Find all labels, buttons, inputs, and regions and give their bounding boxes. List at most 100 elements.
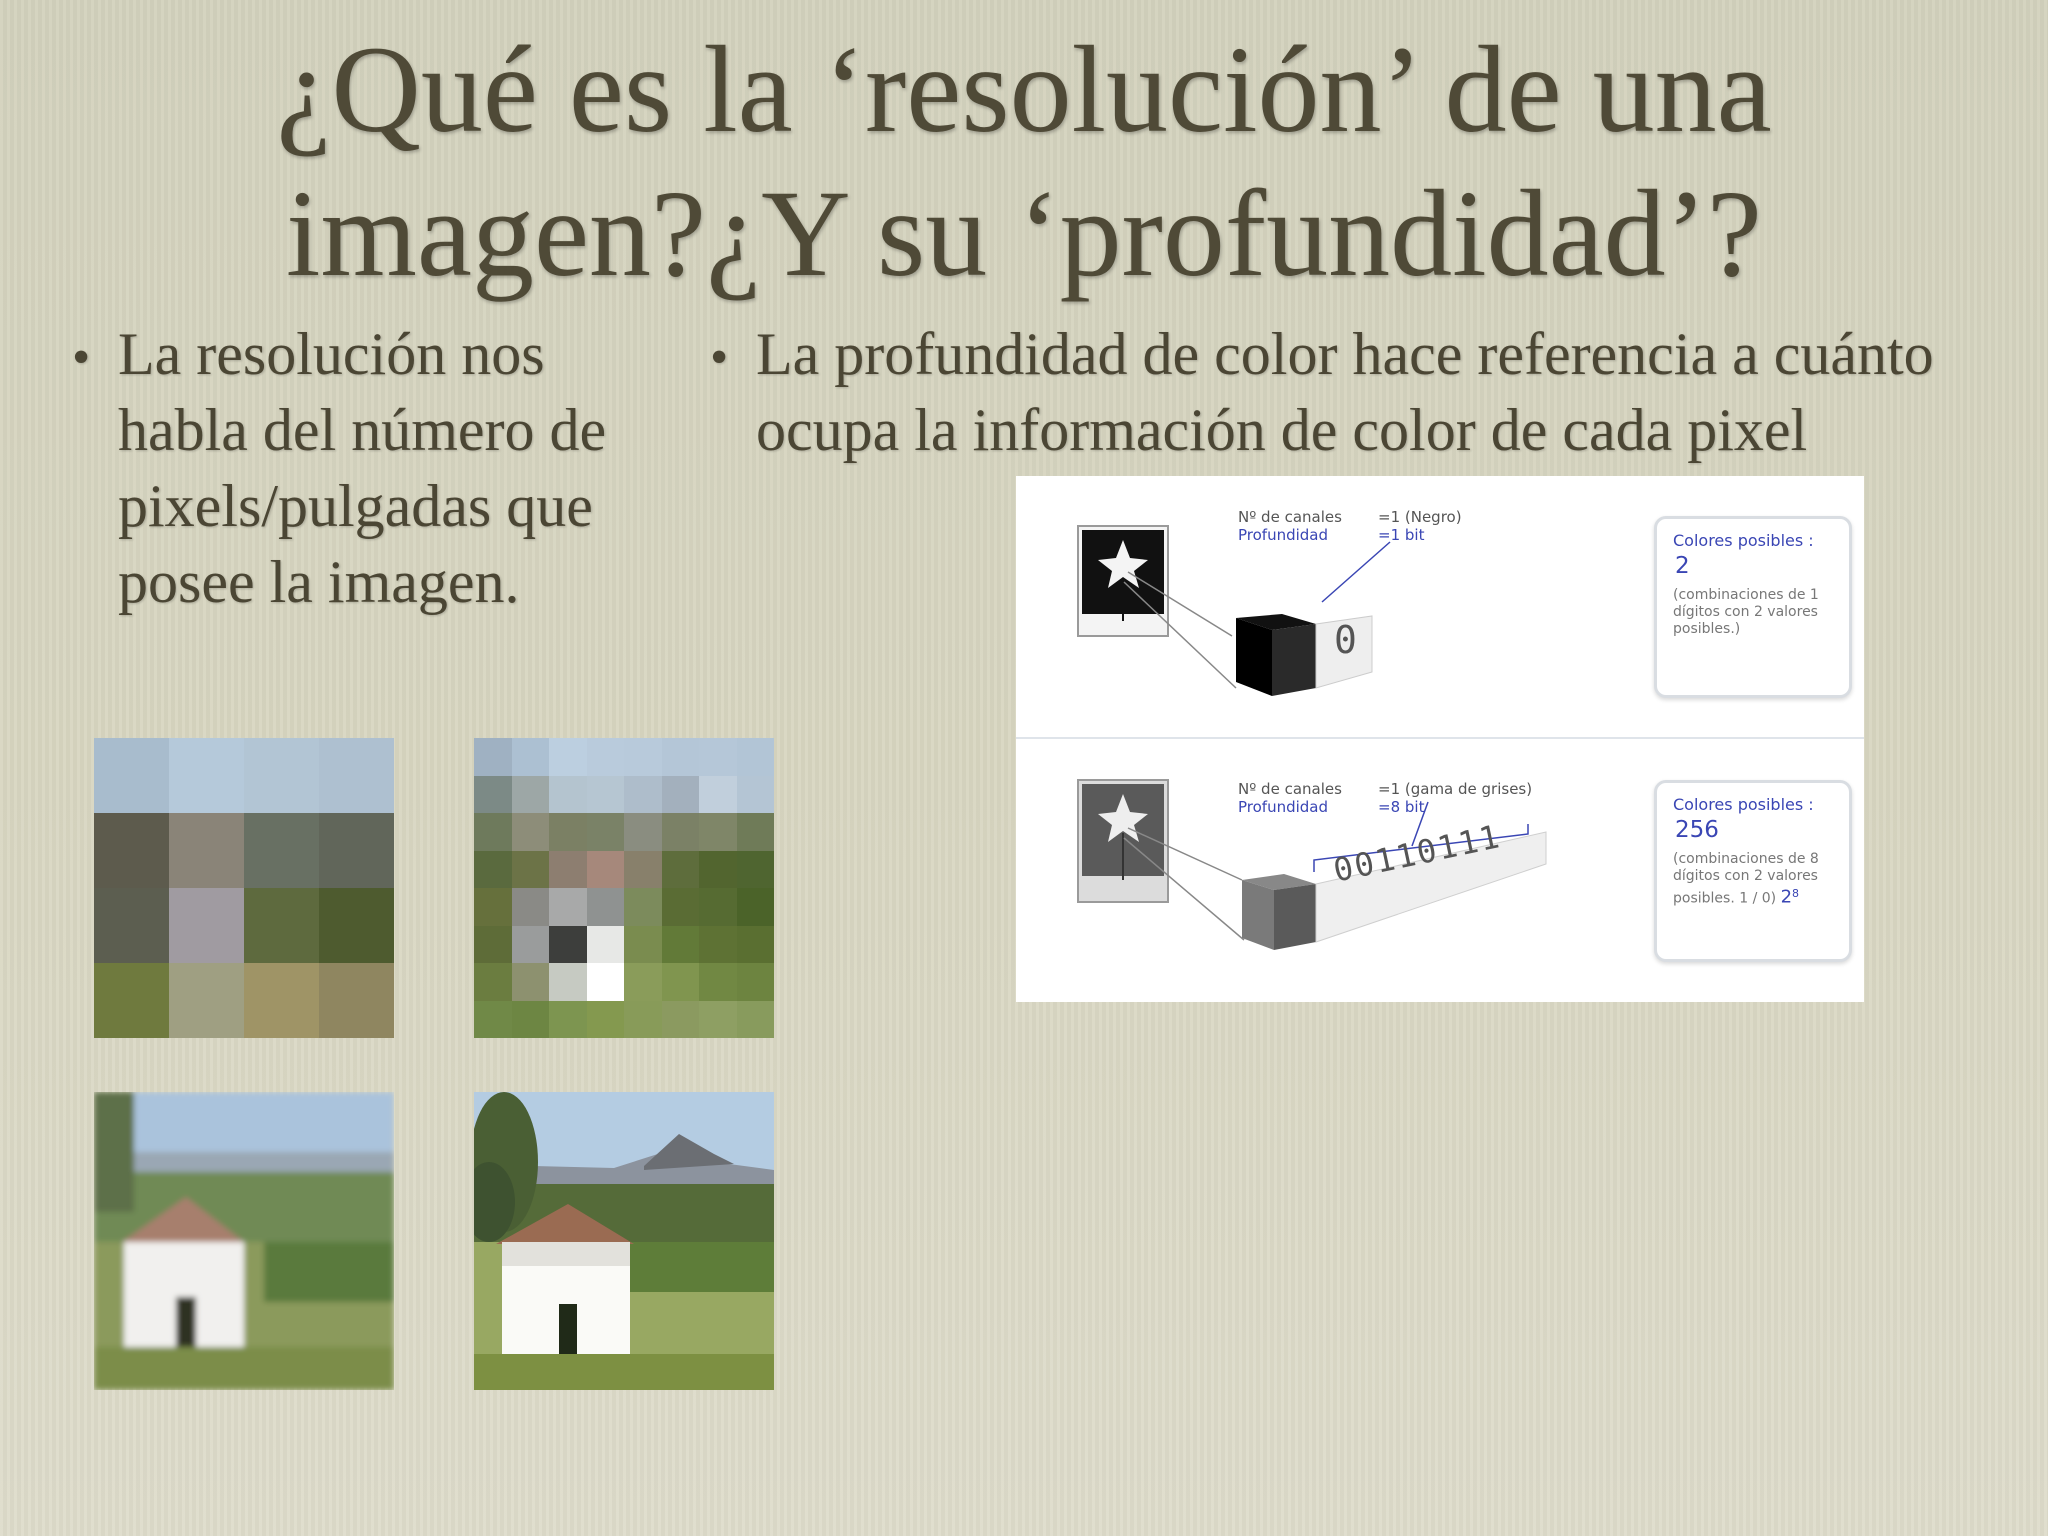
bullet-icon [62, 316, 118, 620]
pixel-block [661, 925, 699, 963]
pixel-block [624, 1000, 662, 1038]
pixel-block [661, 963, 699, 1001]
channels-label: Nº de canales [1238, 508, 1342, 526]
pixel-block [549, 775, 587, 813]
pixel-block [586, 738, 624, 776]
pixel-block [624, 963, 662, 1001]
pixel-block [511, 813, 549, 851]
pixel-block [474, 813, 512, 851]
pixel-block [624, 850, 662, 888]
pixel-block [586, 850, 624, 888]
pixel-block [549, 813, 587, 851]
pixel-block [549, 888, 587, 926]
left-column: La resolución nos habla del número de pi… [62, 316, 662, 620]
depth-label: Profundidad [1238, 526, 1329, 544]
slide-title: ¿Qué es la ‘resolución’ de una imagen?¿Y… [0, 18, 2048, 306]
pixel-block [319, 813, 394, 888]
pixel-block [244, 738, 319, 813]
pixel-block [169, 888, 244, 963]
pixel-block [661, 813, 699, 851]
pixel-block [474, 775, 512, 813]
pixel-block [549, 850, 587, 888]
pixel-block [736, 963, 774, 1001]
pixel-block [699, 738, 737, 776]
bullet-resolution: La resolución nos habla del número de pi… [62, 316, 662, 620]
power-base: 2 [1780, 886, 1793, 908]
pixel-block [169, 963, 244, 1038]
title-line-2: imagen?¿Y su ‘profundidad’? [286, 165, 1762, 302]
pixel-block [624, 813, 662, 851]
bit-string: 0 [1334, 618, 1357, 662]
title-line-1: ¿Qué es la ‘resolución’ de una [276, 21, 1772, 158]
pixel-block [549, 925, 587, 963]
pixel-block [736, 813, 774, 851]
pixel-block [699, 925, 737, 963]
pixel-block [474, 738, 512, 776]
possible-colors-box: Colores posibles : 2 (combinaciones de 1… [1654, 516, 1852, 698]
pixel-block [94, 738, 169, 813]
pixel-block [94, 888, 169, 963]
pixel-block [699, 963, 737, 1001]
pixel-block [699, 1000, 737, 1038]
pixel-block [661, 738, 699, 776]
pixel-block [661, 888, 699, 926]
photo-high-resolution [474, 1092, 774, 1390]
pixel-block [474, 850, 512, 888]
pixel-block [511, 925, 549, 963]
pixel-block [511, 1000, 549, 1038]
power-exponent: 8 [1792, 887, 1800, 900]
pixel-block [736, 1000, 774, 1038]
bullet-depth-text: La profundidad de color hace referencia … [756, 321, 1934, 463]
pixel-block [586, 1000, 624, 1038]
pixel-block [169, 738, 244, 813]
channels-values: =1 (gama de grises) =8 bit [1378, 780, 1532, 816]
pixel-block [624, 775, 662, 813]
pixel-block [736, 888, 774, 926]
pixel-block [511, 775, 549, 813]
pixel-block [661, 1000, 699, 1038]
pixel-block [624, 738, 662, 776]
pixel-block [169, 813, 244, 888]
pixel-block [586, 963, 624, 1001]
pixel-block [474, 1000, 512, 1038]
pixel-block [244, 963, 319, 1038]
pixel-block [699, 813, 737, 851]
pixel-block [244, 813, 319, 888]
channels-labels: Nº de canales Profundidad [1238, 508, 1342, 544]
channels-labels: Nº de canales Profundidad [1238, 780, 1342, 816]
pixel-block [511, 888, 549, 926]
pixel-block [319, 888, 394, 963]
photo-low-resolution [94, 1092, 394, 1390]
pixel-block [699, 888, 737, 926]
pixel-block [94, 813, 169, 888]
pixel-block [94, 963, 169, 1038]
possible-colors-box: Colores posibles : 256 (combinaciones de… [1654, 780, 1852, 962]
pixel-block [661, 850, 699, 888]
pixel-block [624, 925, 662, 963]
bullet-icon [700, 316, 756, 468]
channels-values: =1 (Negro) =1 bit [1378, 508, 1462, 544]
pixel-block [699, 850, 737, 888]
pixel-block [511, 850, 549, 888]
pixel-block [319, 963, 394, 1038]
depth-panel-1bit: Nº de canales Profundidad =1 (Negro) =1 … [1016, 476, 1864, 738]
pixelated-image-4x4 [94, 738, 394, 1038]
pixel-block [319, 738, 394, 813]
pixel-block [549, 963, 587, 1001]
channels-label: Nº de canales [1238, 780, 1342, 798]
dovecote-sharp-image [474, 1092, 774, 1390]
panel-divider [1016, 737, 1864, 739]
pixel-block [586, 925, 624, 963]
pixel-block [244, 888, 319, 963]
pixel-block [474, 888, 512, 926]
right-column: La profundidad de color hace referencia … [700, 316, 2030, 468]
bullet-resolution-text: La resolución nos habla del número de pi… [118, 321, 607, 615]
depth-value: =8 bit [1378, 798, 1425, 816]
pixel-block [549, 738, 587, 776]
pixel-block [736, 738, 774, 776]
possible-colors-number: 256 [1675, 817, 1719, 843]
pixel-block [736, 925, 774, 963]
pixel-block [511, 738, 549, 776]
possible-colors-description: (combinaciones de 1 dígitos con 2 valore… [1673, 587, 1819, 637]
pixel-block [661, 775, 699, 813]
